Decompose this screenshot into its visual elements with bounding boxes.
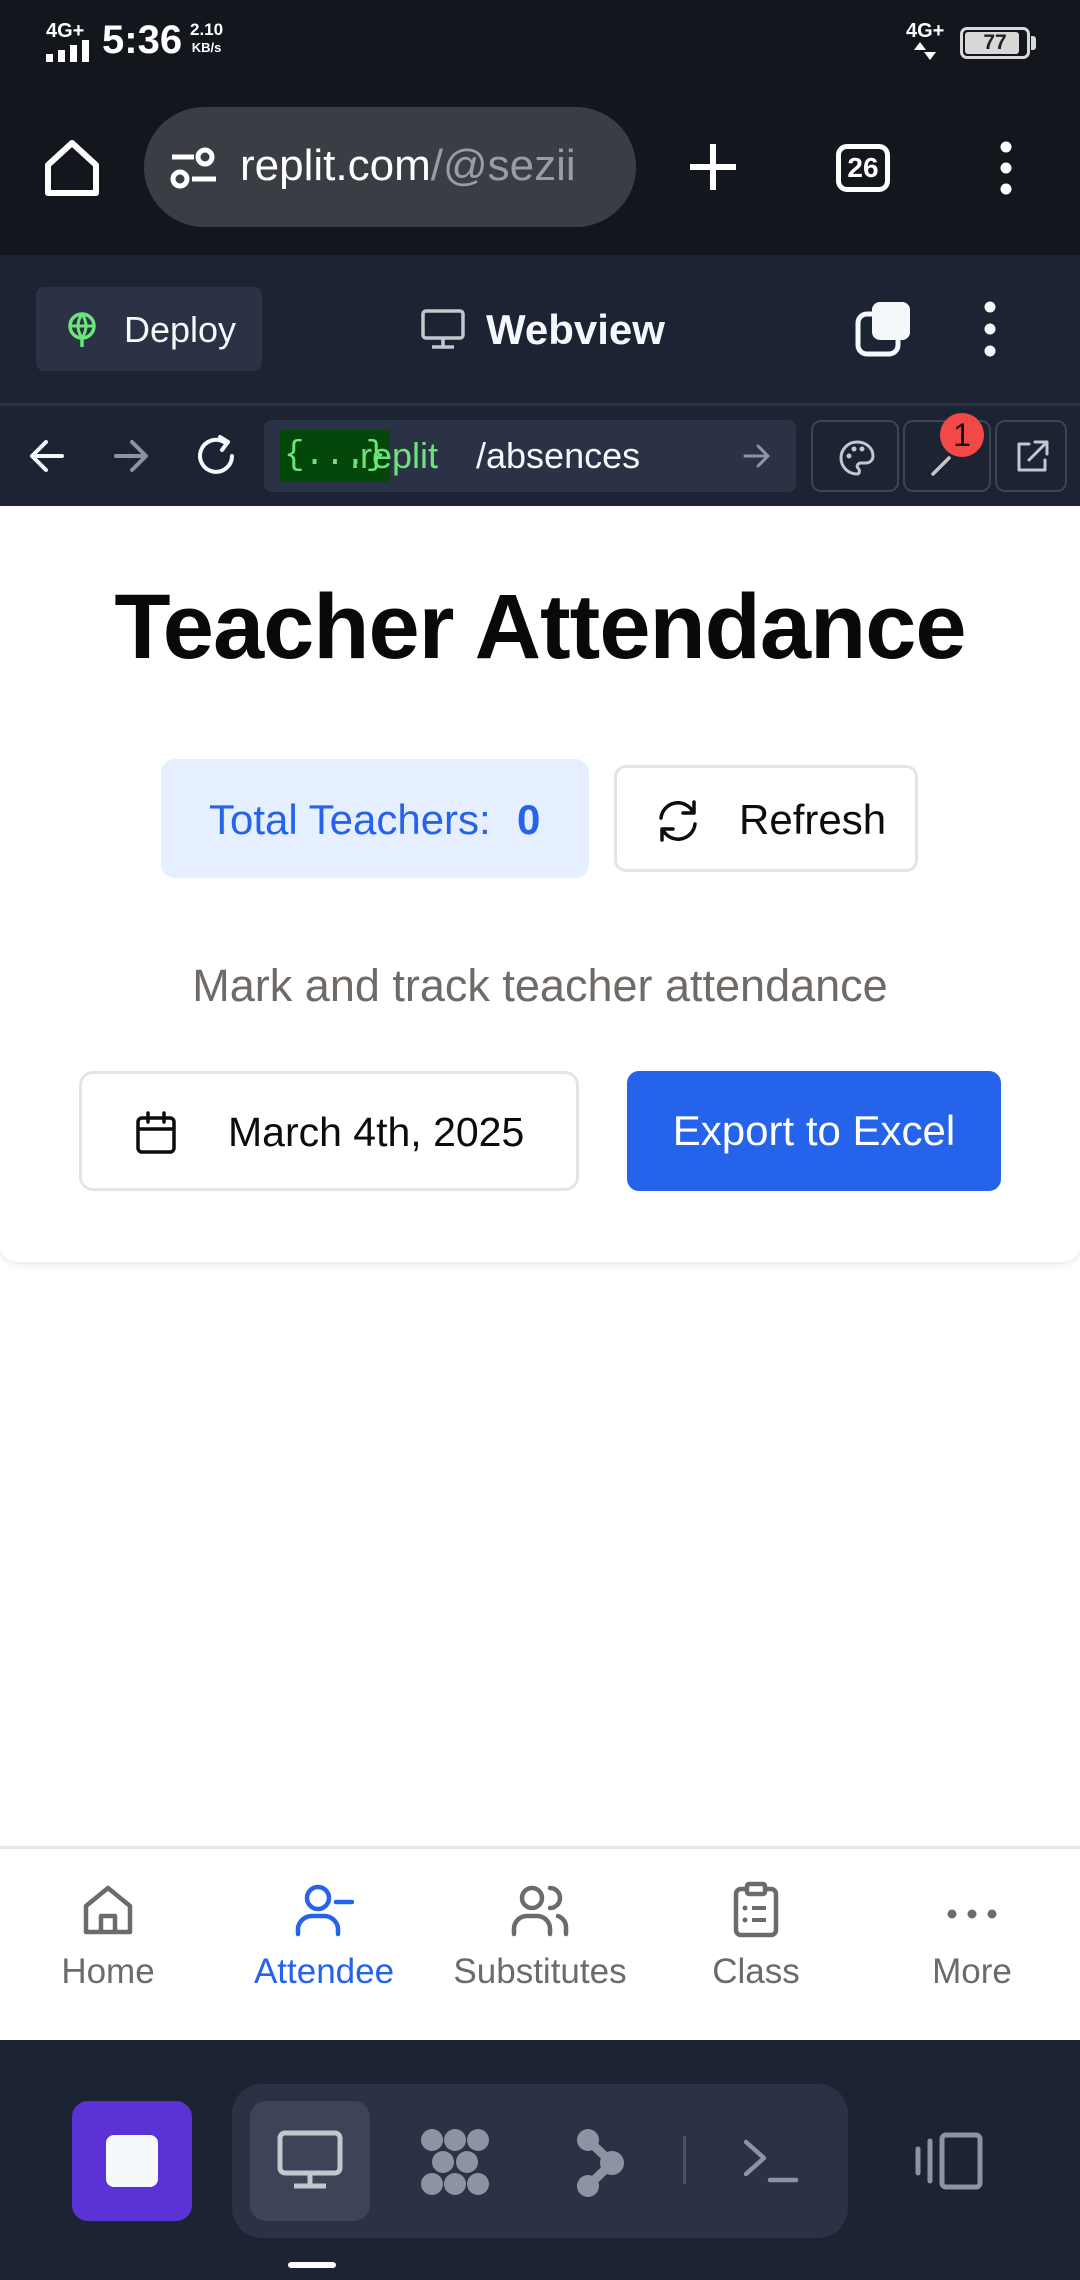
notification-badge: 1 xyxy=(940,413,984,457)
theme-palette-button[interactable] xyxy=(811,420,899,492)
webview-address-field[interactable]: {...} .replit /absences xyxy=(264,420,796,492)
gesture-indicator xyxy=(288,2262,336,2268)
panel-toggle-icon[interactable] xyxy=(912,2131,984,2191)
nav-label-attendee: Attendee xyxy=(253,1952,395,1991)
clipboard-icon xyxy=(733,1881,779,1938)
network-type-right: 4G+ xyxy=(906,20,945,42)
webview-title: Webview xyxy=(486,306,665,353)
agent-icon[interactable] xyxy=(418,2126,492,2198)
deploy-globe-icon xyxy=(68,312,96,347)
network-speed: 2.10 KB/s xyxy=(190,21,223,57)
go-arrow-icon[interactable] xyxy=(742,442,772,470)
nav-item-more[interactable]: More xyxy=(864,1880,1080,2010)
palette-icon xyxy=(839,440,875,476)
total-teachers-label: Total Teachers: xyxy=(209,796,491,843)
git-icon[interactable] xyxy=(574,2126,626,2200)
nav-item-class[interactable]: Class xyxy=(648,1880,864,2010)
total-teachers-badge: Total Teachers: 0 xyxy=(161,759,589,878)
site-settings-icon[interactable] xyxy=(170,147,218,189)
repl-path: /absences xyxy=(476,435,641,476)
export-excel-button[interactable]: Export to Excel xyxy=(627,1071,1001,1191)
nav-label-more: More xyxy=(932,1952,1012,1991)
browser-menu-icon[interactable] xyxy=(996,141,1016,195)
user-minus-icon xyxy=(295,1884,354,1937)
repl-host: .replit xyxy=(350,435,439,476)
dock-separator xyxy=(683,2136,686,2184)
tab-switcher-button[interactable]: 26 xyxy=(836,144,890,192)
battery-icon: 77 xyxy=(960,27,1030,59)
battery-tip xyxy=(1031,36,1036,50)
selected-date: March 4th, 2025 xyxy=(228,1109,525,1155)
url-path: /@sezii xyxy=(430,141,576,190)
stop-icon xyxy=(106,2135,158,2187)
nav-label-substitutes: Substitutes xyxy=(453,1952,627,1991)
status-time: 5:36 xyxy=(102,18,183,62)
page-subtitle: Mark and track teacher attendance xyxy=(192,960,888,1011)
url-bar[interactable]: replit.com/@sezii xyxy=(144,107,636,227)
signal-icon xyxy=(46,40,89,62)
refresh-label: Refresh xyxy=(739,796,887,843)
bottom-nav-divider xyxy=(0,1846,1080,1849)
back-arrow-icon[interactable] xyxy=(28,438,66,474)
speed-value: 2.10 xyxy=(190,20,224,39)
new-tab-icon[interactable] xyxy=(688,142,738,192)
speed-unit: KB/s xyxy=(191,40,222,55)
total-teachers-value: 0 xyxy=(517,796,541,843)
monitor-icon xyxy=(421,309,465,349)
open-external-button[interactable] xyxy=(995,420,1067,492)
battery-level: 77 xyxy=(983,31,1007,54)
calendar-icon xyxy=(136,1111,176,1154)
forward-arrow-icon[interactable] xyxy=(112,438,150,474)
nav-item-home[interactable]: Home xyxy=(0,1880,216,2010)
page-title: Teacher Attendance xyxy=(114,576,966,678)
external-link-icon xyxy=(1017,440,1049,472)
nav-label-class: Class xyxy=(712,1952,800,1991)
refresh-button[interactable]: Refresh xyxy=(614,765,918,872)
users-icon xyxy=(511,1885,569,1937)
home-icon xyxy=(83,1885,133,1935)
url-host: replit.com xyxy=(240,141,431,190)
home-icon[interactable] xyxy=(42,139,102,197)
status-bar: 4G+ 5:36 2.10 KB/s 4G+ 77 xyxy=(0,0,1080,80)
nav-item-substitutes[interactable]: Substitutes xyxy=(432,1880,648,2010)
webview-tool-button[interactable] xyxy=(250,2101,370,2221)
stop-button[interactable] xyxy=(72,2101,192,2221)
nav-item-attendee[interactable]: Attendee xyxy=(216,1880,432,2010)
replit-menu-icon[interactable] xyxy=(980,301,1000,357)
reload-icon[interactable] xyxy=(194,434,238,478)
deploy-label: Deploy xyxy=(124,309,237,350)
deploy-button[interactable]: Deploy xyxy=(36,287,262,371)
refresh-icon xyxy=(659,800,697,842)
nav-label-home: Home xyxy=(61,1952,155,1991)
terminal-icon[interactable] xyxy=(742,2136,800,2186)
date-picker-button[interactable]: March 4th, 2025 xyxy=(79,1071,579,1191)
monitor-icon xyxy=(277,2130,343,2189)
data-arrows-icon xyxy=(914,42,936,60)
more-horizontal-icon xyxy=(947,1909,997,1919)
tabs-stack-icon[interactable] xyxy=(854,300,914,358)
